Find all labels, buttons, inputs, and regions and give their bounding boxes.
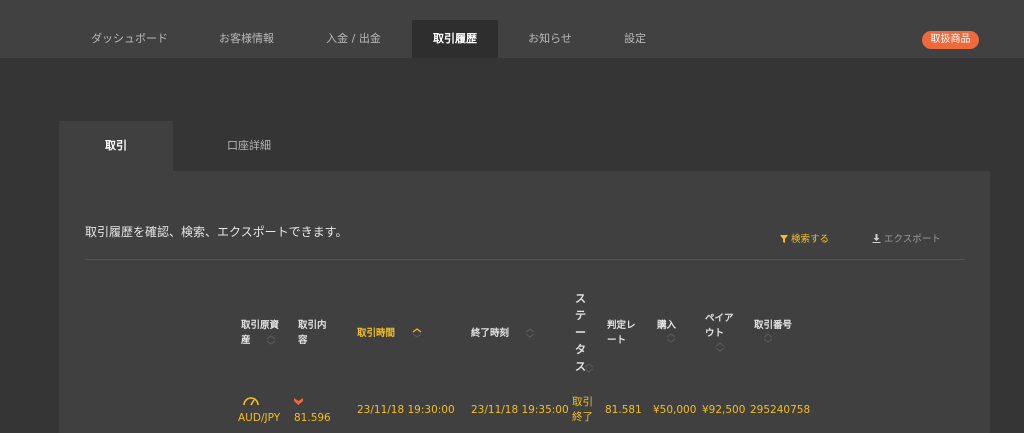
sort-icon <box>715 342 725 352</box>
header-asset[interactable]: 取引原資産 <box>241 318 287 348</box>
download-icon <box>872 234 881 243</box>
nav-item-dashboard[interactable]: ダッシュボード <box>72 20 187 58</box>
content-panel <box>59 171 990 433</box>
tab-account-details[interactable]: 口座詳細 <box>173 121 325 171</box>
divider <box>85 259 965 260</box>
export-button[interactable]: エクスポート <box>872 231 941 245</box>
header-trade-time-label: 取引時間 <box>357 328 396 339</box>
cell-trade-time: 23/11/18 19:30:00 <box>357 404 455 416</box>
sort-icon <box>584 363 594 373</box>
header-end-time-label: 終了時刻 <box>471 328 510 339</box>
header-buy[interactable]: 購入 <box>657 318 677 343</box>
search-button[interactable]: 検索する <box>780 231 829 245</box>
sort-asc-icon <box>412 328 422 338</box>
header-rate-label: 判定レート <box>607 320 636 346</box>
sort-icon <box>525 328 535 338</box>
page-description: 取引履歴を確認、検索、エクスポートできます。 <box>85 225 348 239</box>
header-content-label: 取引内容 <box>298 320 327 346</box>
nav-item-trade-history[interactable]: 取引履歴 <box>412 20 498 58</box>
nav-item-notices[interactable]: お知らせ <box>498 20 602 58</box>
nav-item-deposit-withdraw[interactable]: 入金 / 出金 <box>296 20 411 58</box>
header-rate[interactable]: 判定レート <box>607 318 641 348</box>
cell-number: 295240758 <box>750 404 811 416</box>
search-label: 検索する <box>791 234 830 245</box>
nav-item-settings[interactable]: 設定 <box>596 20 674 58</box>
cell-content: 81.596 <box>294 412 331 424</box>
export-label: エクスポート <box>884 234 941 245</box>
cell-status: 取引終了 <box>572 396 593 423</box>
header-buy-label: 購入 <box>657 320 677 331</box>
header-payout[interactable]: ペイアウト <box>705 311 741 352</box>
top-nav: ダッシュボード お客様情報 入金 / 出金 取引履歴 お知らせ 設定 取扱商品 <box>0 0 1024 58</box>
header-content[interactable]: 取引内容 <box>298 318 334 348</box>
header-number[interactable]: 取引番号 <box>754 318 793 343</box>
filter-icon <box>780 235 788 243</box>
header-number-label: 取引番号 <box>754 320 793 331</box>
tab-trades[interactable]: 取引 <box>59 121 173 171</box>
gauge-icon <box>243 397 259 406</box>
cell-rate: 81.581 <box>605 404 642 416</box>
sort-icon <box>666 333 676 343</box>
down-arrow-icon <box>294 398 303 405</box>
header-trade-time[interactable]: 取引時間 <box>357 326 422 341</box>
cell-end-time: 23/11/18 19:35:00 <box>471 404 569 416</box>
cell-asset: AUD/JPY <box>238 412 281 424</box>
cell-buy: ¥50,000 <box>653 404 697 416</box>
products-button[interactable]: 取扱商品 <box>922 31 979 49</box>
nav-item-customer-info[interactable]: お客様情報 <box>189 20 304 58</box>
cell-payout: ¥92,500 <box>702 404 746 416</box>
header-end-time[interactable]: 終了時刻 <box>471 326 535 341</box>
header-status[interactable]: ステータス <box>575 290 594 375</box>
header-status-label: ステータス <box>575 292 586 373</box>
header-payout-label: ペイアウト <box>705 313 734 339</box>
sort-icon <box>763 333 773 343</box>
sort-icon <box>266 335 276 345</box>
